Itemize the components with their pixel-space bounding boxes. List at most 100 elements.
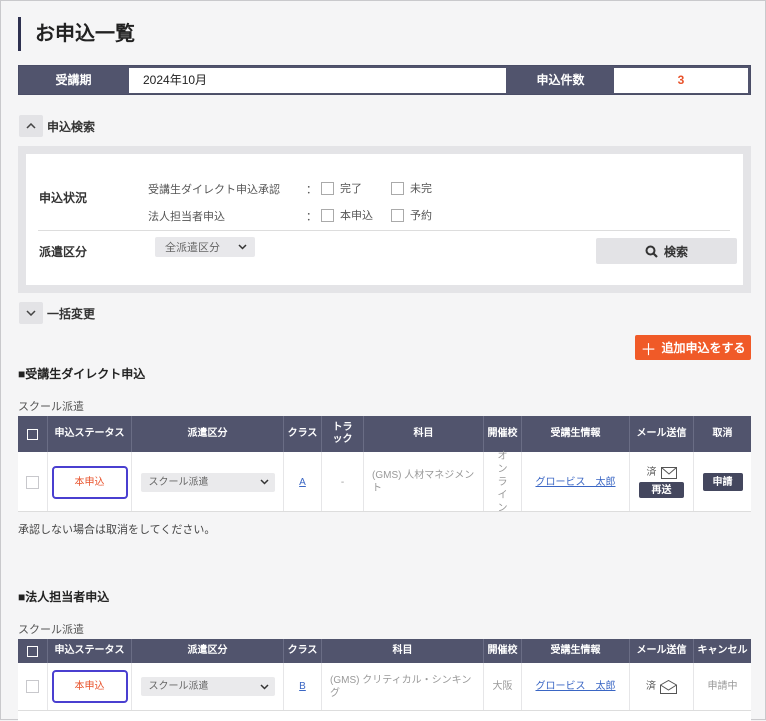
campus-cell: 大阪: [484, 663, 522, 710]
term-value: 2024年10月: [129, 68, 506, 93]
class-cell: A: [284, 452, 322, 512]
bulk-change-label: 一括変更: [47, 306, 96, 321]
direct-table: 申込ステータス 派遣区分 クラス トラック 科目 開催校 受講生情報 メール送信…: [18, 416, 751, 514]
row-checkbox[interactable]: [26, 680, 39, 693]
filter-pending-label: 未完: [410, 183, 432, 195]
th-campus: 開催校: [484, 639, 522, 663]
status-badge[interactable]: 本申込: [51, 465, 128, 499]
filter-reserve-label: 予約: [410, 210, 432, 222]
class-link[interactable]: B: [299, 680, 306, 693]
direct-colon: ：: [306, 184, 317, 196]
select-all-cell[interactable]: [18, 639, 48, 663]
status-cell: 本申込: [48, 663, 132, 710]
status-cell: 本申込: [48, 452, 132, 512]
summary-bar: 受講期 2024年10月 申込件数 3: [18, 65, 751, 95]
campus-cell: オンライン: [484, 451, 522, 514]
chevron-down-icon: [238, 242, 247, 253]
filter-done-checkbox[interactable]: 完了: [321, 180, 362, 196]
corp-label: 法人担当者申込: [148, 211, 225, 223]
search-toggle[interactable]: 申込検索: [19, 115, 95, 137]
mail-sent-label: 済: [646, 681, 656, 692]
checkbox[interactable]: [321, 181, 334, 195]
dispatch-cell: スクール派遣: [132, 452, 284, 512]
checkbox[interactable]: [321, 208, 334, 222]
mail-cell: 済 再送: [630, 452, 694, 512]
th-track: トラック: [322, 416, 364, 452]
filter-pending-checkbox[interactable]: 未完: [391, 180, 432, 196]
corp-colon: ：: [306, 211, 317, 223]
th-mail: メール送信: [630, 639, 694, 663]
chevron-down-icon: [259, 476, 269, 489]
corp-table-header: 申込ステータス 派遣区分 クラス 科目 開催校 受講生情報 メール送信 キャンセ…: [18, 639, 751, 663]
page-title: お申込一覧: [18, 17, 135, 51]
count-label: 申込件数: [536, 73, 585, 87]
dispatch-cell: スクール派遣: [132, 663, 284, 710]
direct-table-header: 申込ステータス 派遣区分 クラス トラック 科目 開催校 受講生情報 メール送信…: [18, 416, 751, 452]
open-envelope-icon: [660, 679, 677, 694]
search-panel: 申込状況 受講生ダイレクト申込承認 ： 完了 未完 法人担当者申込 ： 本申込 …: [18, 146, 751, 293]
th-class: クラス: [284, 639, 322, 663]
filter-main-label: 本申込: [340, 210, 373, 222]
search-toggle-label: 申込検索: [47, 119, 96, 134]
mail-sent-label: 済: [646, 467, 657, 478]
student-link[interactable]: グロービス 太郎: [536, 476, 616, 489]
bulk-change-toggle[interactable]: 一括変更: [19, 302, 95, 324]
search-form: 申込状況 受講生ダイレクト申込承認 ： 完了 未完 法人担当者申込 ： 本申込 …: [26, 154, 743, 285]
checkbox[interactable]: [391, 208, 404, 222]
count-value: 3: [614, 68, 748, 93]
row-dispatch-select[interactable]: スクール派遣: [140, 677, 275, 696]
th-status: 申込ステータス: [48, 416, 132, 452]
row-checkbox-cell[interactable]: [18, 452, 48, 512]
subject-cell: (GMS) 人材マネジメント: [364, 452, 484, 512]
student-cell: グロービス 太郎: [522, 452, 630, 512]
track-cell: -: [322, 452, 364, 512]
corp-section-subtitle: スクール派遣: [18, 624, 84, 636]
filter-reserve-checkbox[interactable]: 予約: [391, 207, 432, 223]
select-all-checkbox[interactable]: [27, 428, 38, 440]
th-mail: メール送信: [630, 416, 694, 452]
student-link[interactable]: グロービス 太郎: [536, 680, 616, 693]
search-icon: [645, 245, 658, 258]
th-student: 受講生情報: [522, 416, 630, 452]
request-button[interactable]: 申請: [702, 473, 743, 491]
row-divider: [18, 710, 751, 711]
filter-main-checkbox[interactable]: 本申込: [321, 207, 373, 223]
corp-table: 申込ステータス 派遣区分 クラス 科目 開催校 受講生情報 メール送信 キャンセ…: [18, 639, 751, 721]
mail-cell: 済: [630, 663, 694, 710]
dispatch-filter-label: 派遣区分: [39, 245, 88, 259]
select-all-cell[interactable]: [18, 416, 48, 452]
action-cell: 申請: [694, 452, 751, 512]
row-checkbox[interactable]: [26, 475, 39, 489]
mail-status: 済: [647, 466, 677, 479]
direct-section-subtitle: スクール派遣: [18, 401, 84, 413]
resend-button[interactable]: 再送: [639, 482, 684, 498]
th-student: 受講生情報: [522, 639, 630, 663]
search-button[interactable]: 検索: [596, 238, 737, 264]
dispatch-select[interactable]: 全派遣区分: [155, 237, 255, 257]
checkbox[interactable]: [391, 181, 404, 195]
row-dispatch-value: スクール派遣: [148, 681, 209, 692]
page-frame: お申込一覧 受講期 2024年10月 申込件数 3 申込検索 申込状況 受講生ダ…: [0, 0, 766, 721]
direct-section-title: ■受講生ダイレクト申込: [18, 367, 146, 381]
row-divider: [18, 511, 751, 512]
th-subject: 科目: [364, 416, 484, 452]
th-campus: 開催校: [484, 416, 522, 452]
term-label: 受講期: [55, 73, 92, 87]
cancel-cell: 申請中: [707, 681, 738, 692]
direct-approval-label: 受講生ダイレクト申込承認: [148, 184, 280, 196]
status-badge[interactable]: 本申込: [51, 670, 128, 703]
th-cancel: キャンセル: [697, 645, 748, 656]
row-dispatch-select[interactable]: スクール派遣: [140, 472, 275, 492]
row-checkbox-cell[interactable]: [18, 663, 48, 710]
select-all-checkbox[interactable]: [27, 645, 38, 657]
dispatch-select-value: 全派遣区分: [165, 242, 220, 254]
direct-note: 承認しない場合は取消をしてください。: [18, 524, 216, 536]
add-application-button[interactable]: ＋ 追加申込をする: [635, 335, 751, 360]
class-link[interactable]: A: [299, 476, 306, 489]
student-cell: グロービス 太郎: [522, 663, 630, 710]
th-status: 申込ステータス: [48, 639, 132, 663]
chevron-down-icon: [19, 302, 43, 324]
status-filter-label: 申込状況: [39, 191, 88, 205]
row-dispatch-value: スクール派遣: [148, 476, 209, 488]
chevron-up-icon: [19, 115, 43, 137]
